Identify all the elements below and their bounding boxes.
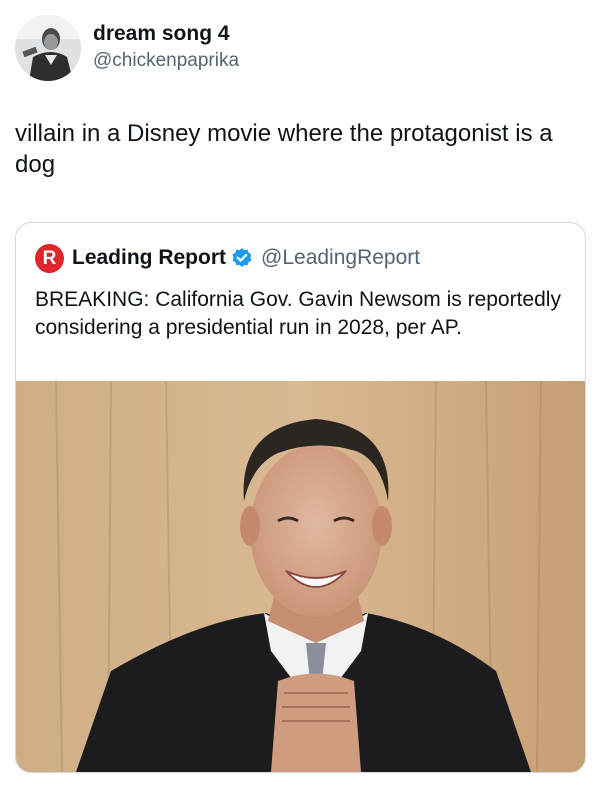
quoted-tweet-card[interactable]: R Leading Report @LeadingReport BREAKING… <box>15 222 586 773</box>
leading-report-logo-icon[interactable]: R <box>35 243 64 273</box>
avatar-photo <box>15 15 81 81</box>
quoted-tweet-text: BREAKING: California Gov. Gavin Newsom i… <box>35 288 561 339</box>
tweet-text: villain in a Disney movie where the prot… <box>15 120 553 178</box>
author-name[interactable]: dream song 4 <box>93 22 230 46</box>
avatar[interactable] <box>15 15 81 81</box>
quoted-tweet-photo[interactable] <box>16 381 585 772</box>
quoted-author-name[interactable]: Leading Report <box>72 246 226 270</box>
quoted-tweet-header: R Leading Report @LeadingReport <box>35 243 420 273</box>
photo-image <box>16 381 585 772</box>
tweet: dream song 4 @chickenpaprika villain in … <box>0 0 599 795</box>
verified-badge-icon <box>231 247 253 269</box>
author-handle[interactable]: @chickenpaprika <box>93 50 239 72</box>
logo-letter: R <box>42 247 57 269</box>
quoted-author-handle[interactable]: @LeadingReport <box>261 246 420 270</box>
